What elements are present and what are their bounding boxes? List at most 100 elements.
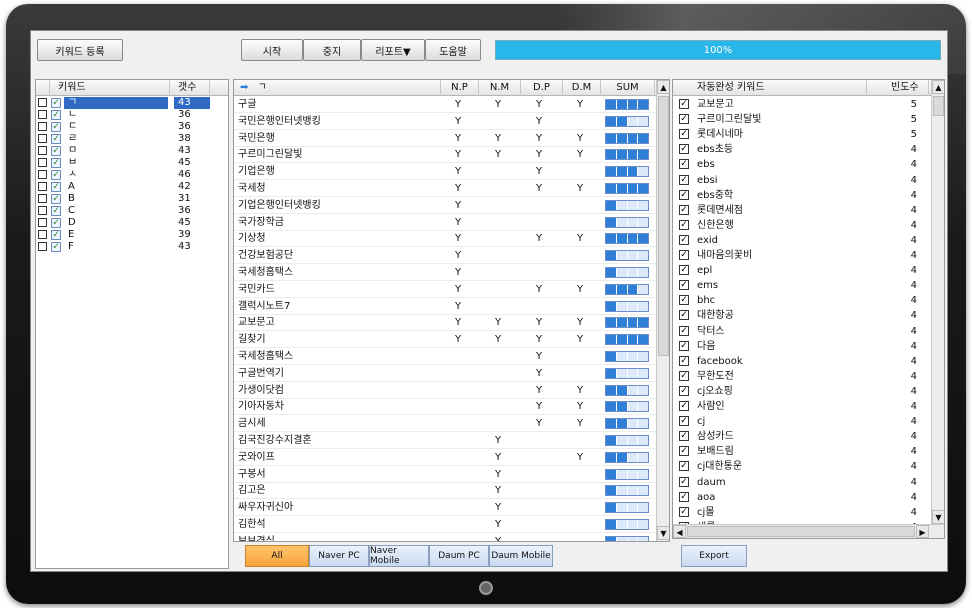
keyword-row[interactable]: ✓ ㅂ 45 [36,157,228,169]
autocomplete-row[interactable]: ✓ 롯데시네마 5 [673,127,931,142]
check-icon[interactable]: ✓ [51,146,61,156]
scroll-up-icon[interactable]: ▲ [657,80,669,94]
check-icon[interactable]: ✓ [679,295,689,306]
check-icon[interactable]: ✓ [679,174,689,185]
keyword-row[interactable]: ✓ ㅅ 46 [36,169,228,181]
row-checkbox[interactable] [38,242,47,251]
result-row[interactable]: 국세청홈택스 Y [234,349,656,365]
result-row[interactable]: 보보경심 Y [234,534,656,541]
col-dm[interactable]: D.M [563,80,601,96]
row-checkbox[interactable] [38,206,47,215]
check-icon[interactable]: ✓ [679,280,689,291]
check-icon[interactable]: ✓ [51,98,61,108]
autocomplete-vscrollbar[interactable]: ▲ ▼ [931,80,944,524]
keyword-row[interactable]: ✓ ㄴ 36 [36,109,228,121]
col-count[interactable]: 갯수 [170,80,210,96]
check-icon[interactable]: ✓ [679,310,689,321]
result-row[interactable]: 기업은행인터넷뱅킹 Y [234,198,656,214]
result-row[interactable]: 가생이닷컴 Y Y [234,383,656,399]
row-checkbox[interactable] [38,230,47,239]
row-checkbox[interactable] [38,98,47,107]
col-keyword[interactable]: 키워드 [50,80,170,96]
result-row[interactable]: 국세청 Y Y Y [234,181,656,197]
autocomplete-row[interactable]: ✓ bhc 4 [673,293,931,308]
autocomplete-row[interactable]: ✓ daum 4 [673,475,931,490]
autocomplete-row[interactable]: ✓ cj오쇼핑 4 [673,384,931,399]
autocomplete-row[interactable]: ✓ cj 4 [673,414,931,429]
autocomplete-row[interactable]: ✓ 롯데면세점 4 [673,203,931,218]
keyword-row[interactable]: ✓ ㅁ 43 [36,145,228,157]
row-checkbox[interactable] [38,170,47,179]
autocomplete-row[interactable]: ✓ facebook 4 [673,354,931,369]
start-button[interactable]: 시작 [241,39,303,61]
autocomplete-row[interactable]: ✓ epl 4 [673,263,931,278]
result-row[interactable]: 굿와이프 Y Y [234,450,656,466]
check-icon[interactable]: ✓ [51,122,61,132]
autocomplete-row[interactable]: ✓ aoa 4 [673,490,931,505]
filter-daum-mobile-button[interactable]: Daum Mobile [489,545,553,567]
autocomplete-row[interactable]: ✓ cj몰 4 [673,505,931,520]
autocomplete-hscrollbar[interactable]: ◀ ▶ [673,524,944,538]
autocomplete-row[interactable]: ✓ 교보문고 5 [673,97,931,112]
check-icon[interactable]: ✓ [679,99,689,109]
scroll-up-icon[interactable]: ▲ [932,80,944,94]
autocomplete-row[interactable]: ✓ cj대한통운 4 [673,459,931,474]
result-row[interactable]: 갤럭시노트7 Y [234,299,656,315]
check-icon[interactable]: ✓ [679,265,689,276]
check-icon[interactable]: ✓ [679,506,689,517]
result-row[interactable]: 국민은행인터넷뱅킹 Y Y [234,114,656,130]
keyword-row[interactable]: ✓ E 39 [36,229,228,241]
check-icon[interactable]: ✓ [51,110,61,120]
filter-naver-mobile-button[interactable]: Naver Mobile [369,545,429,567]
result-row[interactable]: 금시세 Y Y [234,416,656,433]
check-icon[interactable]: ✓ [679,204,689,215]
keyword-row[interactable]: ✓ B 31 [36,193,228,205]
keyword-row[interactable]: ✓ ㄹ 38 [36,133,228,145]
result-row[interactable]: 김국진강수지결혼 Y [234,433,656,449]
scroll-down-icon[interactable]: ▼ [932,510,944,524]
autocomplete-row[interactable]: ✓ 닥터스 4 [673,324,931,339]
col-autocomplete-keyword[interactable]: 자동완성 키워드 [673,80,867,96]
autocomplete-row[interactable]: ✓ 다음 4 [673,339,931,354]
autocomplete-row[interactable]: ✓ ebs 4 [673,157,931,172]
result-row[interactable]: 국민은행 Y Y Y Y [234,131,656,147]
result-scrollbar[interactable]: ▲ ▼ [656,80,669,541]
check-icon[interactable]: ✓ [51,194,61,204]
result-row[interactable]: 국가장학금 Y [234,215,656,231]
result-row[interactable]: 구봉서 Y [234,467,656,483]
autocomplete-row[interactable]: ✓ 무한도전 4 [673,369,931,384]
keyword-row[interactable]: ✓ ㄱ 43 [36,97,228,109]
result-row[interactable]: 구글 Y Y Y Y [234,97,656,113]
filter-naver-pc-button[interactable]: Naver PC [309,545,369,567]
row-checkbox[interactable] [38,194,47,203]
check-icon[interactable]: ✓ [51,134,61,144]
check-icon[interactable]: ✓ [679,491,689,502]
result-row[interactable]: 구글번역기 Y [234,366,656,382]
keyword-row[interactable]: ✓ C 36 [36,205,228,217]
autocomplete-row[interactable]: ✓ ebs중학 4 [673,188,931,203]
row-checkbox[interactable] [38,134,47,143]
autocomplete-row[interactable]: ✓ 보배드림 4 [673,444,931,459]
check-icon[interactable]: ✓ [679,144,689,155]
row-checkbox[interactable] [38,122,47,131]
row-checkbox[interactable] [38,182,47,191]
check-icon[interactable]: ✓ [51,170,61,180]
autocomplete-row[interactable]: ✓ ems 4 [673,278,931,293]
result-row[interactable]: 김고은 Y [234,483,656,500]
check-icon[interactable]: ✓ [51,242,61,252]
check-icon[interactable]: ✓ [679,234,689,245]
col-frequency[interactable]: 빈도수 [867,80,929,96]
check-icon[interactable]: ✓ [679,446,689,457]
check-icon[interactable]: ✓ [679,385,689,396]
autocomplete-row[interactable]: ✓ 구르미그린달빛 5 [673,112,931,127]
col-current-keyword[interactable]: ➡ ㄱ [234,80,441,96]
autocomplete-row[interactable]: ✓ 사람인 4 [673,399,931,414]
check-icon[interactable]: ✓ [51,218,61,228]
row-checkbox[interactable] [38,218,47,227]
result-row[interactable]: 교보문고 Y Y Y Y [234,315,656,332]
autocomplete-row[interactable]: ✓ ebs초등 4 [673,142,931,157]
stop-button[interactable]: 중지 [303,39,361,61]
check-icon[interactable]: ✓ [679,461,689,472]
filter-daum-pc-button[interactable]: Daum PC [429,545,489,567]
keyword-row[interactable]: ✓ D 45 [36,217,228,229]
